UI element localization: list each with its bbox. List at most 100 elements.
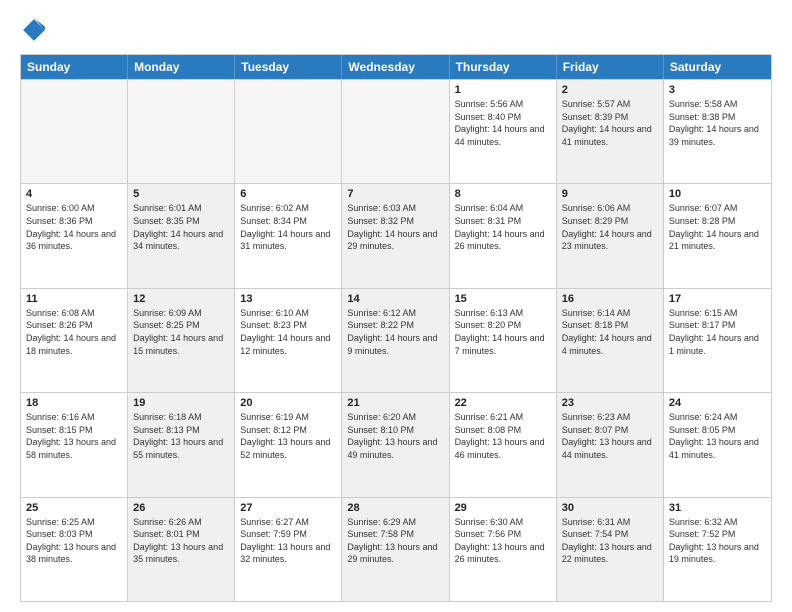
calendar-cell: 24 Sunrise: 6:24 AM Sunset: 8:05 PM Dayli… (664, 393, 771, 496)
day-info: Sunrise: 6:26 AM Sunset: 8:01 PM Dayligh… (133, 516, 229, 566)
day-number: 25 (26, 502, 122, 514)
day-info: Sunrise: 6:08 AM Sunset: 8:26 PM Dayligh… (26, 307, 122, 357)
calendar-cell: 19Sunrise: 6:18 AM Sunset: 8:13 PM Dayli… (128, 393, 235, 496)
day-info: Sunrise: 6:07 AM Sunset: 8:28 PM Dayligh… (669, 202, 766, 252)
day-info: Sunrise: 6:02 AM Sunset: 8:34 PM Dayligh… (240, 202, 336, 252)
calendar: SundayMondayTuesdayWednesdayThursdayFrid… (20, 54, 772, 602)
header-day-sunday: Sunday (21, 55, 128, 79)
day-number: 18 (26, 397, 122, 409)
day-number: 12 (133, 293, 229, 305)
day-number: 30 (562, 502, 658, 514)
calendar-row-2: 11 Sunrise: 6:08 AM Sunset: 8:26 PM Dayli… (21, 288, 771, 392)
calendar-cell: 22 Sunrise: 6:21 AM Sunset: 8:08 PM Dayli… (450, 393, 557, 496)
day-info: Sunrise: 6:06 AM Sunset: 8:29 PM Dayligh… (562, 202, 658, 252)
logo (20, 16, 52, 44)
calendar-cell: 18 Sunrise: 6:16 AM Sunset: 8:15 PM Dayli… (21, 393, 128, 496)
header-day-saturday: Saturday (664, 55, 771, 79)
day-number: 11 (26, 293, 122, 305)
calendar-row-1: 4 Sunrise: 6:00 AM Sunset: 8:36 PM Daylig… (21, 183, 771, 287)
header-day-monday: Monday (128, 55, 235, 79)
calendar-cell (21, 80, 128, 183)
day-number: 8 (455, 188, 551, 200)
calendar-cell: 20Sunrise: 6:19 AM Sunset: 8:12 PM Dayli… (235, 393, 342, 496)
day-info: Sunrise: 6:21 AM Sunset: 8:08 PM Dayligh… (455, 411, 551, 461)
day-info: Sunrise: 6:03 AM Sunset: 8:32 PM Dayligh… (347, 202, 443, 252)
day-info: Sunrise: 6:00 AM Sunset: 8:36 PM Dayligh… (26, 202, 122, 252)
calendar-cell (128, 80, 235, 183)
day-number: 7 (347, 188, 443, 200)
day-number: 10 (669, 188, 766, 200)
calendar-body: 1Sunrise: 5:56 AM Sunset: 8:40 PM Daylig… (21, 79, 771, 601)
calendar-cell (342, 80, 449, 183)
day-info: Sunrise: 5:56 AM Sunset: 8:40 PM Dayligh… (455, 98, 551, 148)
day-info: Sunrise: 6:23 AM Sunset: 8:07 PM Dayligh… (562, 411, 658, 461)
calendar-cell: 14 Sunrise: 6:12 AM Sunset: 8:22 PM Dayli… (342, 289, 449, 392)
day-number: 28 (347, 502, 443, 514)
day-number: 29 (455, 502, 551, 514)
day-info: Sunrise: 6:32 AM Sunset: 7:52 PM Dayligh… (669, 516, 766, 566)
day-info: Sunrise: 6:27 AM Sunset: 7:59 PM Dayligh… (240, 516, 336, 566)
day-info: Sunrise: 6:24 AM Sunset: 8:05 PM Dayligh… (669, 411, 766, 461)
day-info: Sunrise: 6:13 AM Sunset: 8:20 PM Dayligh… (455, 307, 551, 357)
header-day-wednesday: Wednesday (342, 55, 449, 79)
calendar-cell: 9 Sunrise: 6:06 AM Sunset: 8:29 PM Daylig… (557, 184, 664, 287)
calendar-cell: 31Sunrise: 6:32 AM Sunset: 7:52 PM Dayli… (664, 498, 771, 601)
day-info: Sunrise: 5:57 AM Sunset: 8:39 PM Dayligh… (562, 98, 658, 148)
day-info: Sunrise: 6:01 AM Sunset: 8:35 PM Dayligh… (133, 202, 229, 252)
day-info: Sunrise: 6:04 AM Sunset: 8:31 PM Dayligh… (455, 202, 551, 252)
day-number: 4 (26, 188, 122, 200)
day-number: 13 (240, 293, 336, 305)
calendar-header: SundayMondayTuesdayWednesdayThursdayFrid… (21, 55, 771, 79)
calendar-cell: 30 Sunrise: 6:31 AM Sunset: 7:54 PM Dayli… (557, 498, 664, 601)
calendar-row-0: 1Sunrise: 5:56 AM Sunset: 8:40 PM Daylig… (21, 79, 771, 183)
calendar-row-4: 25 Sunrise: 6:25 AM Sunset: 8:03 PM Dayli… (21, 497, 771, 601)
calendar-cell: 1Sunrise: 5:56 AM Sunset: 8:40 PM Daylig… (450, 80, 557, 183)
calendar-cell: 10 Sunrise: 6:07 AM Sunset: 8:28 PM Dayli… (664, 184, 771, 287)
calendar-cell: 12 Sunrise: 6:09 AM Sunset: 8:25 PM Dayli… (128, 289, 235, 392)
day-number: 5 (133, 188, 229, 200)
day-info: Sunrise: 6:14 AM Sunset: 8:18 PM Dayligh… (562, 307, 658, 357)
day-number: 14 (347, 293, 443, 305)
calendar-cell: 27 Sunrise: 6:27 AM Sunset: 7:59 PM Dayli… (235, 498, 342, 601)
header-day-tuesday: Tuesday (235, 55, 342, 79)
calendar-cell: 13 Sunrise: 6:10 AM Sunset: 8:23 PM Dayli… (235, 289, 342, 392)
day-number: 19 (133, 397, 229, 409)
calendar-cell: 15Sunrise: 6:13 AM Sunset: 8:20 PM Dayli… (450, 289, 557, 392)
calendar-cell: 3Sunrise: 5:58 AM Sunset: 8:38 PM Daylig… (664, 80, 771, 183)
day-info: Sunrise: 6:31 AM Sunset: 7:54 PM Dayligh… (562, 516, 658, 566)
calendar-cell: 4 Sunrise: 6:00 AM Sunset: 8:36 PM Daylig… (21, 184, 128, 287)
day-info: Sunrise: 6:30 AM Sunset: 7:56 PM Dayligh… (455, 516, 551, 566)
calendar-cell: 2Sunrise: 5:57 AM Sunset: 8:39 PM Daylig… (557, 80, 664, 183)
day-info: Sunrise: 6:25 AM Sunset: 8:03 PM Dayligh… (26, 516, 122, 566)
day-number: 16 (562, 293, 658, 305)
day-info: Sunrise: 6:20 AM Sunset: 8:10 PM Dayligh… (347, 411, 443, 461)
page: SundayMondayTuesdayWednesdayThursdayFrid… (0, 0, 792, 612)
header-day-thursday: Thursday (450, 55, 557, 79)
calendar-cell: 23 Sunrise: 6:23 AM Sunset: 8:07 PM Dayli… (557, 393, 664, 496)
day-info: Sunrise: 6:10 AM Sunset: 8:23 PM Dayligh… (240, 307, 336, 357)
day-info: Sunrise: 6:12 AM Sunset: 8:22 PM Dayligh… (347, 307, 443, 357)
day-number: 3 (669, 84, 766, 96)
calendar-cell: 21 Sunrise: 6:20 AM Sunset: 8:10 PM Dayli… (342, 393, 449, 496)
day-info: Sunrise: 6:09 AM Sunset: 8:25 PM Dayligh… (133, 307, 229, 357)
calendar-row-3: 18 Sunrise: 6:16 AM Sunset: 8:15 PM Dayli… (21, 392, 771, 496)
header-day-friday: Friday (557, 55, 664, 79)
day-number: 26 (133, 502, 229, 514)
day-number: 23 (562, 397, 658, 409)
calendar-cell (235, 80, 342, 183)
calendar-cell: 8 Sunrise: 6:04 AM Sunset: 8:31 PM Daylig… (450, 184, 557, 287)
day-info: Sunrise: 6:16 AM Sunset: 8:15 PM Dayligh… (26, 411, 122, 461)
calendar-cell: 5 Sunrise: 6:01 AM Sunset: 8:35 PM Daylig… (128, 184, 235, 287)
header (20, 16, 772, 44)
calendar-cell: 16 Sunrise: 6:14 AM Sunset: 8:18 PM Dayli… (557, 289, 664, 392)
day-number: 9 (562, 188, 658, 200)
calendar-cell: 26 Sunrise: 6:26 AM Sunset: 8:01 PM Dayli… (128, 498, 235, 601)
calendar-cell: 6Sunrise: 6:02 AM Sunset: 8:34 PM Daylig… (235, 184, 342, 287)
day-number: 24 (669, 397, 766, 409)
calendar-cell: 29 Sunrise: 6:30 AM Sunset: 7:56 PM Dayli… (450, 498, 557, 601)
day-number: 21 (347, 397, 443, 409)
day-number: 22 (455, 397, 551, 409)
calendar-cell: 7 Sunrise: 6:03 AM Sunset: 8:32 PM Daylig… (342, 184, 449, 287)
day-number: 20 (240, 397, 336, 409)
day-number: 27 (240, 502, 336, 514)
